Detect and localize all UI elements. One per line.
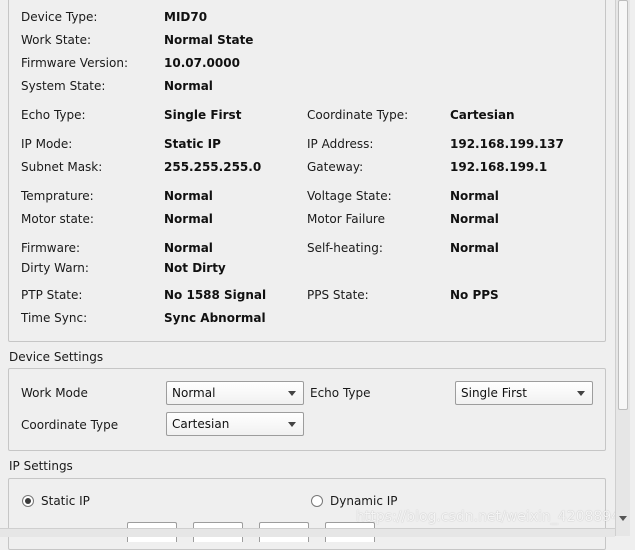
coordinate-type-label: Coordinate Type:	[307, 108, 409, 122]
coordinate-type-value: Cartesian	[450, 108, 515, 122]
device-settings-title: Device Settings	[9, 350, 104, 364]
motor-state-label: Motor state:	[21, 212, 94, 226]
coordinate-type-select[interactable]: Cartesian	[166, 412, 304, 436]
ptp-state-label: PTP State:	[21, 288, 83, 302]
ip-settings-title: IP Settings	[9, 459, 73, 473]
chevron-down-icon	[577, 391, 585, 396]
chevron-down-icon	[288, 391, 296, 396]
system-state-label: System State:	[21, 79, 106, 93]
self-heating-label: Self-heating:	[307, 241, 383, 255]
voltage-state-value: Normal	[450, 189, 499, 203]
echo-type-label: Echo Type:	[21, 108, 86, 122]
work-state-label: Work State:	[21, 33, 92, 47]
pps-state-label: PPS State:	[307, 288, 369, 302]
coordinate-type-selected: Cartesian	[172, 417, 230, 431]
temperature-label: Temprature:	[21, 189, 94, 203]
ip-mode-value: Static IP	[164, 137, 221, 151]
ptp-state-value: No 1588 Signal	[164, 288, 267, 302]
gateway-label: Gateway:	[307, 160, 364, 174]
static-ip-label[interactable]: Static IP	[41, 494, 90, 508]
firmware-label: Firmware:	[21, 241, 81, 255]
vertical-scrollbar[interactable]	[615, 0, 630, 536]
dirty-warn-value: Not Dirty	[164, 261, 226, 275]
work-mode-select[interactable]: Normal	[166, 381, 304, 405]
voltage-state-label: Voltage State:	[307, 189, 392, 203]
work-mode-label: Work Mode	[21, 386, 88, 400]
subnet-mask-label: Subnet Mask:	[21, 160, 103, 174]
work-state-value: Normal State	[164, 33, 254, 47]
work-mode-selected: Normal	[172, 386, 216, 400]
dynamic-ip-radio[interactable]	[311, 495, 323, 507]
echo-type-selected: Single First	[461, 386, 527, 400]
scrollbar-thumb[interactable]	[618, 0, 628, 410]
temperature-value: Normal	[164, 189, 213, 203]
chevron-down-icon	[288, 422, 296, 427]
firmware-version-value: 10.07.0000	[164, 56, 240, 70]
watermark: https://blog.csdn.net/weixin_42088940	[356, 509, 630, 525]
motor-failure-label: Motor Failure	[307, 212, 385, 226]
ip-address-label: IP Address:	[307, 137, 374, 151]
ip-address-value: 192.168.199.137	[450, 137, 564, 151]
coordinate-type-setting-label: Coordinate Type	[21, 418, 119, 432]
firmware-version-label: Firmware Version:	[21, 56, 128, 70]
ip-mode-label: IP Mode:	[21, 137, 73, 151]
motor-state-value: Normal	[164, 212, 213, 226]
scroll-arrow-icon[interactable]	[619, 516, 627, 521]
motor-failure-value: Normal	[450, 212, 499, 226]
echo-type-setting-label: Echo Type	[310, 386, 371, 400]
firmware-value: Normal	[164, 241, 213, 255]
static-ip-radio[interactable]	[22, 495, 34, 507]
time-sync-value: Sync Abnormal	[164, 311, 266, 325]
subnet-mask-value: 255.255.255.0	[164, 160, 262, 174]
time-sync-label: Time Sync:	[21, 311, 88, 325]
device-type-value: MID70	[164, 10, 208, 24]
echo-type-select[interactable]: Single First	[455, 381, 593, 405]
device-type-label: Device Type:	[21, 10, 98, 24]
pps-state-value: No PPS	[450, 288, 499, 302]
dynamic-ip-label[interactable]: Dynamic IP	[330, 494, 398, 508]
dirty-warn-label: Dirty Warn:	[21, 261, 89, 275]
system-state-value: Normal	[164, 79, 213, 93]
self-heating-value: Normal	[450, 241, 499, 255]
gateway-value: 192.168.199.1	[450, 160, 548, 174]
echo-type-value: Single First	[164, 108, 242, 122]
